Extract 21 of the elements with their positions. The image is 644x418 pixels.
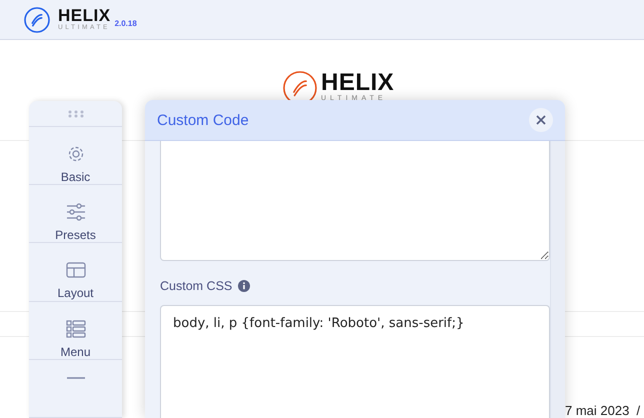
- logo-icon: [24, 6, 50, 32]
- bar-icon: [66, 376, 86, 379]
- sliders-icon: [66, 202, 86, 222]
- sidebar-item[interactable]: Basic: [29, 127, 122, 186]
- field-label: Custom CSS: [160, 279, 232, 293]
- list-icon: [66, 318, 86, 339]
- date-text: 7 mai 2023 /: [565, 403, 640, 418]
- sidebar-item[interactable]: Menu: [29, 302, 122, 360]
- drag-handle-icon: [66, 110, 84, 118]
- logo-title: HELIX: [58, 7, 111, 24]
- version-label: 2.0.18: [114, 19, 137, 28]
- code-field[interactable]: body, li, p {font-family: 'Roboto', sans-serif;}: [160, 305, 550, 418]
- sidebar-item[interactable]: Presets: [29, 185, 122, 244]
- scrollbar[interactable]: [550, 141, 565, 418]
- close-icon: [536, 115, 546, 125]
- close-button[interactable]: [529, 108, 553, 132]
- logo-title: HELIX: [321, 71, 394, 95]
- sidebar-item[interactable]: Layout: [29, 243, 122, 302]
- code-field[interactable]: [160, 141, 550, 261]
- layout-icon: [66, 260, 86, 280]
- modal-title: Custom Code: [157, 112, 249, 128]
